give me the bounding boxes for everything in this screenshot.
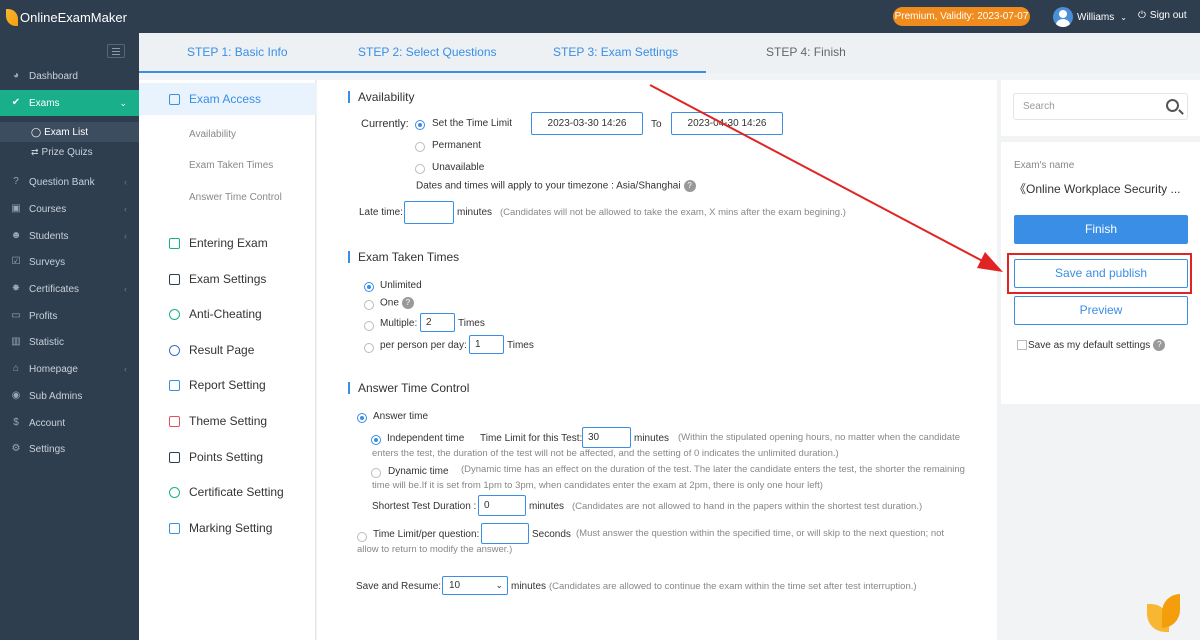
annotation-arrow — [649, 84, 1003, 272]
floating-logo-icon[interactable] — [1145, 592, 1185, 634]
